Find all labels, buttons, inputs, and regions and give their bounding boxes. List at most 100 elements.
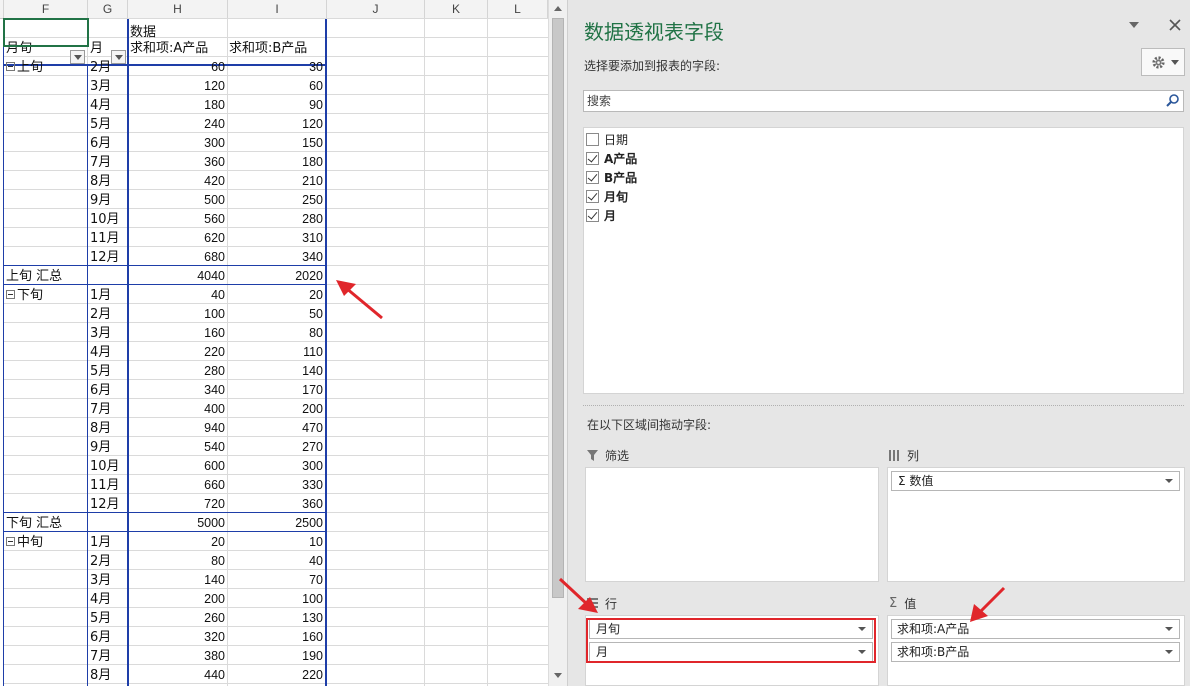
value-a-cell[interactable]: 660	[130, 476, 225, 495]
value-a-cell[interactable]: 440	[130, 666, 225, 685]
filter-drop-zone[interactable]	[585, 467, 879, 582]
value-b-cell[interactable]: 50	[229, 305, 323, 324]
field-checkbox[interactable]	[586, 209, 599, 222]
value-b-cell[interactable]: 220	[229, 666, 323, 685]
month-cell[interactable]: 3月	[90, 324, 126, 343]
value-a-cell[interactable]: 260	[130, 609, 225, 628]
settings-button[interactable]	[1141, 48, 1185, 76]
value-b-cell[interactable]: 200	[229, 400, 323, 419]
month-cell[interactable]: 3月	[90, 571, 126, 590]
month-cell[interactable]: 9月	[90, 191, 126, 210]
value-b-cell[interactable]: 80	[229, 324, 323, 343]
field-item-2[interactable]: B产品	[584, 168, 1183, 187]
columns-drop-zone[interactable]: Σ 数值	[887, 467, 1185, 582]
value-b-cell[interactable]: 160	[229, 628, 323, 647]
value-a-cell[interactable]: 340	[130, 381, 225, 400]
value-b-cell[interactable]: 140	[229, 362, 323, 381]
month-cell[interactable]: 4月	[90, 343, 126, 362]
value-b-cell[interactable]: 190	[229, 647, 323, 666]
search-input[interactable]: 搜索	[583, 90, 1184, 112]
field-checkbox[interactable]	[586, 171, 599, 184]
value-a-cell[interactable]: 540	[130, 438, 225, 457]
month-cell[interactable]: 8月	[90, 419, 126, 438]
value-a-cell[interactable]: 240	[130, 115, 225, 134]
value-b-cell[interactable]: 280	[229, 210, 323, 229]
scrollbar-thumb[interactable]	[552, 18, 564, 598]
month-cell[interactable]: 5月	[90, 362, 126, 381]
field-item-0[interactable]: 日期	[584, 130, 1183, 149]
month-cell[interactable]: 7月	[90, 153, 126, 172]
field-checkbox[interactable]	[586, 152, 599, 165]
month-cell[interactable]: 1月	[90, 533, 126, 552]
value-b-cell[interactable]: 120	[229, 115, 323, 134]
group-label-2[interactable]: 中旬	[6, 533, 86, 552]
value-a-cell[interactable]: 940	[130, 419, 225, 438]
column-header-G[interactable]: G	[88, 0, 128, 19]
value-b-cell[interactable]: 100	[229, 590, 323, 609]
vertical-scrollbar[interactable]	[548, 0, 567, 686]
value-a-cell[interactable]: 120	[130, 77, 225, 96]
value-b-cell[interactable]: 330	[229, 476, 323, 495]
field-item-1[interactable]: A产品	[584, 149, 1183, 168]
value-a-cell[interactable]: 100	[130, 305, 225, 324]
month-cell[interactable]: 1月	[90, 286, 126, 305]
value-a-cell[interactable]: 500	[130, 191, 225, 210]
value-b-cell[interactable]: 270	[229, 438, 323, 457]
month-cell[interactable]: 11月	[90, 476, 126, 495]
value-a-cell[interactable]: 320	[130, 628, 225, 647]
values-drop-zone[interactable]: 求和项:A产品 求和项:B产品	[887, 615, 1185, 686]
value-b-cell[interactable]: 470	[229, 419, 323, 438]
value-a-cell[interactable]: 60	[130, 58, 225, 77]
column-header-H[interactable]: H	[128, 0, 228, 19]
value-a-cell[interactable]: 280	[130, 362, 225, 381]
columns-field-values[interactable]: Σ 数值	[891, 471, 1180, 491]
month-cell[interactable]: 9月	[90, 438, 126, 457]
value-b-cell[interactable]: 70	[229, 571, 323, 590]
month-cell[interactable]: 10月	[90, 457, 126, 476]
value-a-cell[interactable]: 300	[130, 134, 225, 153]
pivot-sum-b-header[interactable]: 求和项:B产品	[229, 39, 327, 58]
pivot-sum-a-header[interactable]: 求和项:A产品	[130, 39, 228, 58]
value-b-cell[interactable]: 300	[229, 457, 323, 476]
group-label-1[interactable]: 下旬	[6, 286, 86, 305]
field-checkbox[interactable]	[586, 190, 599, 203]
value-a-cell[interactable]: 380	[130, 647, 225, 666]
month-cell[interactable]: 5月	[90, 115, 126, 134]
field-item-3[interactable]: 月旬	[584, 187, 1183, 206]
month-cell[interactable]: 4月	[90, 590, 126, 609]
month-cell[interactable]: 5月	[90, 609, 126, 628]
value-b-cell[interactable]: 60	[229, 77, 323, 96]
value-a-cell[interactable]: 80	[130, 552, 225, 571]
month-cell[interactable]: 2月	[90, 305, 126, 324]
month-cell[interactable]: 10月	[90, 210, 126, 229]
month-cell[interactable]: 6月	[90, 134, 126, 153]
value-a-cell[interactable]: 620	[130, 229, 225, 248]
column-header-K[interactable]: K	[425, 0, 488, 19]
field-checkbox[interactable]	[586, 133, 599, 146]
month-cell[interactable]: 3月	[90, 77, 126, 96]
month-cell[interactable]: 6月	[90, 628, 126, 647]
value-a-cell[interactable]: 400	[130, 400, 225, 419]
collapse-icon[interactable]	[6, 537, 15, 546]
month-cell[interactable]: 2月	[90, 58, 126, 77]
month-cell[interactable]: 6月	[90, 381, 126, 400]
month-cell[interactable]: 8月	[90, 666, 126, 685]
scroll-up-icon[interactable]	[551, 2, 565, 16]
value-a-cell[interactable]: 200	[130, 590, 225, 609]
value-a-cell[interactable]: 420	[130, 172, 225, 191]
value-b-cell[interactable]: 150	[229, 134, 323, 153]
collapse-icon[interactable]	[6, 62, 15, 71]
month-cell[interactable]: 7月	[90, 647, 126, 666]
column-header-I[interactable]: I	[228, 0, 327, 19]
values-field-b[interactable]: 求和项:B产品	[891, 642, 1180, 662]
value-b-cell[interactable]: 130	[229, 609, 323, 628]
value-a-cell[interactable]: 140	[130, 571, 225, 590]
search-icon[interactable]	[1165, 93, 1180, 108]
column-header-J[interactable]: J	[327, 0, 425, 19]
month-cell[interactable]: 2月	[90, 552, 126, 571]
value-b-cell[interactable]: 180	[229, 153, 323, 172]
value-a-cell[interactable]: 20	[130, 533, 225, 552]
value-b-cell[interactable]: 250	[229, 191, 323, 210]
month-cell[interactable]: 7月	[90, 400, 126, 419]
pane-options-chevron-icon[interactable]	[1128, 20, 1140, 30]
